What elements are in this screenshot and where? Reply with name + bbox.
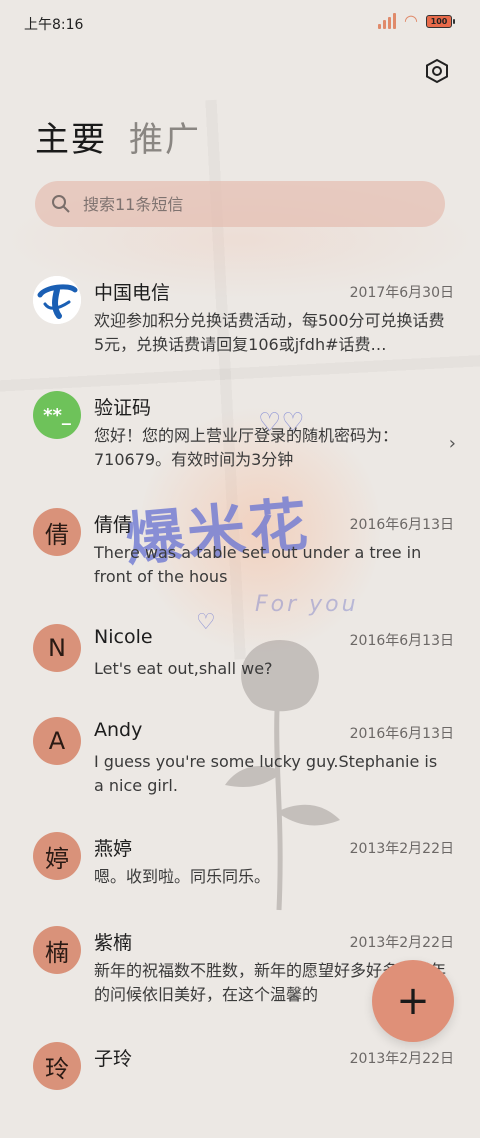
avatar: 倩 bbox=[33, 508, 81, 556]
settings-button[interactable] bbox=[424, 58, 450, 84]
contact-name: Nicole bbox=[94, 626, 153, 648]
search-input[interactable] bbox=[81, 193, 405, 215]
contact-name: Andy bbox=[94, 719, 143, 741]
message-preview: 您好！您的网上营业厅登录的随机密码为：710679。有效时间为3分钟 bbox=[94, 426, 399, 469]
settings-icon bbox=[426, 58, 448, 84]
contact-name: 燕婷 bbox=[94, 838, 133, 860]
conversation-item[interactable]: 倩 倩倩 2016年6月13日 There was a table set ou… bbox=[0, 508, 480, 604]
message-date: 2016年6月13日 bbox=[349, 726, 454, 742]
message-date: 2013年2月22日 bbox=[349, 1051, 454, 1067]
new-message-button[interactable]: + bbox=[372, 960, 454, 1042]
message-date: 2013年2月22日 bbox=[349, 935, 454, 951]
message-preview: Let's eat out,shall we? bbox=[94, 659, 273, 678]
message-preview: There was a table set out under a tree i… bbox=[94, 543, 422, 586]
search-bar[interactable] bbox=[35, 181, 445, 227]
conversation-item[interactable]: N Nicole 2016年6月13日 Let's eat out,shall … bbox=[0, 624, 480, 720]
tab-promotions[interactable]: 推广 bbox=[129, 112, 201, 161]
message-preview: I guess you're some lucky guy.Stephanie … bbox=[94, 752, 438, 795]
avatar: A bbox=[33, 717, 81, 765]
signal-icon bbox=[378, 13, 397, 29]
avatar: **_ bbox=[33, 391, 81, 439]
status-time: 上午8:16 bbox=[24, 17, 84, 33]
china-telecom-logo-icon bbox=[33, 276, 81, 324]
message-date: 2016年6月13日 bbox=[349, 633, 454, 649]
conversation-item[interactable]: **_ 验证码 您好！您的网上营业厅登录的随机密码为：710679。有效时间为3… bbox=[0, 391, 480, 487]
conversation-item[interactable]: A Andy 2016年6月13日 I guess you're some lu… bbox=[0, 717, 480, 813]
message-preview: 嗯。收到啦。同乐同乐。 bbox=[94, 867, 271, 886]
status-bar: 上午8:16 ◠ 100 bbox=[0, 0, 480, 46]
avatar: 婷 bbox=[33, 832, 81, 880]
chevron-right-icon: › bbox=[448, 433, 456, 454]
contact-name: 倩倩 bbox=[94, 514, 133, 536]
conversation-item[interactable]: 中国电信 2017年6月30日 欢迎参加积分兑换话费活动，每500分可兑换话费5… bbox=[0, 276, 480, 372]
wifi-icon: ◠ bbox=[404, 11, 418, 30]
message-date: 2013年2月22日 bbox=[349, 841, 454, 857]
avatar: N bbox=[33, 624, 81, 672]
contact-name: 子玲 bbox=[94, 1048, 133, 1070]
tab-main[interactable]: 主要 bbox=[35, 112, 107, 161]
search-icon bbox=[52, 195, 70, 213]
conversation-item[interactable]: 婷 燕婷 2013年2月22日 嗯。收到啦。同乐同乐。 bbox=[0, 832, 480, 928]
message-date: 2017年6月30日 bbox=[349, 285, 454, 301]
contact-name: 验证码 bbox=[94, 397, 152, 419]
contact-name: 中国电信 bbox=[94, 282, 171, 304]
battery-icon: 100 bbox=[426, 14, 455, 28]
conversation-item[interactable]: 玲 子玲 2013年2月22日 bbox=[0, 1042, 480, 1138]
contact-name: 紫楠 bbox=[94, 932, 133, 954]
message-preview: 欢迎参加积分兑换话费活动，每500分可兑换话费5元，兑换话费请回复106或jfd… bbox=[94, 311, 445, 354]
tab-bar: 主要 推广 bbox=[35, 112, 201, 161]
avatar: 楠 bbox=[33, 926, 81, 974]
message-date: 2016年6月13日 bbox=[349, 517, 454, 533]
avatar: 玲 bbox=[33, 1042, 81, 1090]
